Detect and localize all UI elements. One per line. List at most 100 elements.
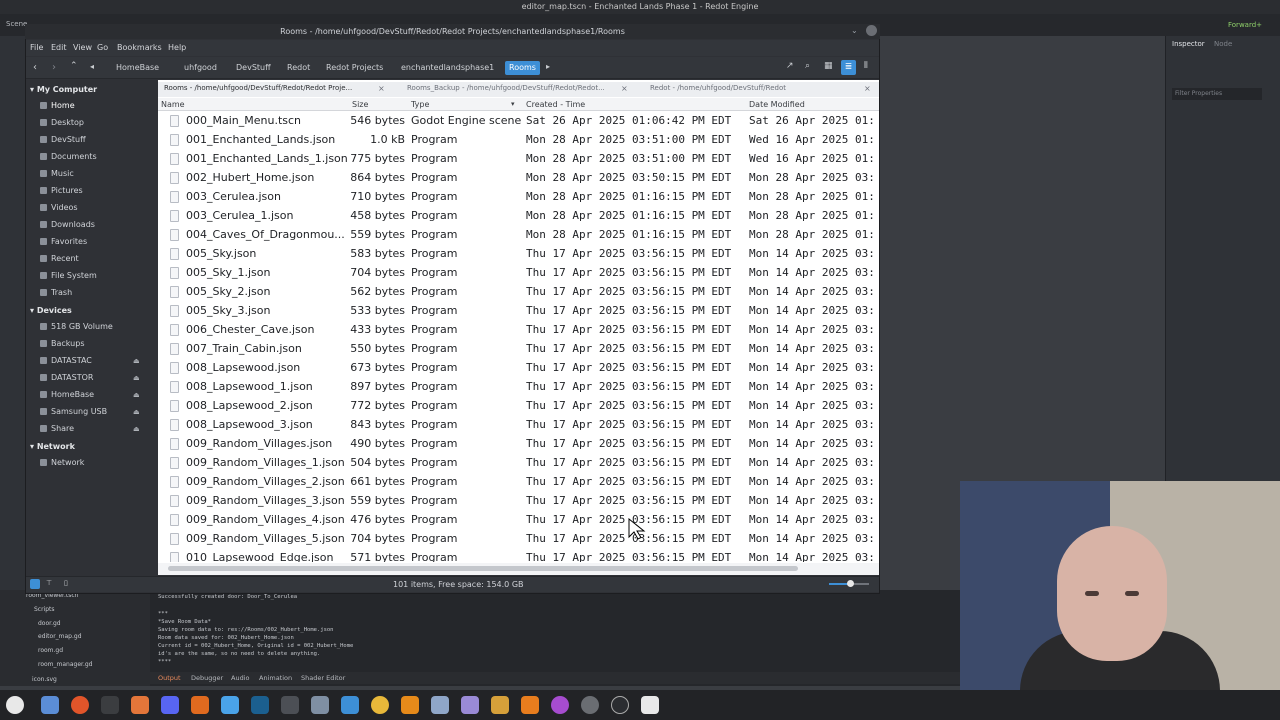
column-header-date-modified[interactable]: Date Modified [749, 100, 805, 109]
file-row[interactable]: 009_Random_Villages.json 490 bytes Program… [158, 435, 879, 454]
breadcrumb-left-icon[interactable]: ◂ [90, 62, 94, 71]
close-tab-icon[interactable]: × [621, 84, 628, 93]
shader-editor-tab[interactable]: Shader Editor [301, 674, 345, 682]
sidebar-item-device[interactable]: DATASTOR [40, 373, 93, 382]
tab-redot[interactable]: Redot - /home/uhfgood/DevStuff/Redot [650, 84, 862, 92]
file-row[interactable]: 008_Lapsewood_1.json 897 bytes Program Thu … [158, 378, 879, 397]
toggle-location-icon[interactable]: ↗ [786, 61, 794, 71]
sidebar-item-favorites[interactable]: Favorites [40, 237, 87, 246]
file-row[interactable]: 008_Lapsewood_2.json 772 bytes Program Thu … [158, 397, 879, 416]
eject-icon[interactable]: ⏏ [133, 374, 140, 382]
up-icon[interactable]: ⌃ [70, 61, 78, 71]
menu-bookmarks[interactable]: Bookmarks [117, 43, 162, 52]
file-row[interactable]: 002_Hubert_Home.json 864 bytes Program Mon … [158, 169, 879, 188]
menu-go[interactable]: Go [97, 43, 108, 52]
close-tab-icon[interactable]: × [378, 84, 385, 93]
hide-sidebar-icon[interactable]: ▯ [64, 579, 68, 587]
sidebar-item-device[interactable]: Backups [40, 339, 85, 348]
sidebar-item-device[interactable]: Share [40, 424, 74, 433]
sidebar-item-recent[interactable]: Recent [40, 254, 79, 263]
app-icon[interactable] [461, 696, 479, 714]
steam-icon[interactable] [251, 696, 269, 714]
icon-view-icon[interactable]: ▦ [824, 61, 833, 71]
scrollbar-thumb[interactable] [168, 566, 798, 571]
file-row[interactable]: 009_Random_Villages_2.json 661 bytes Progr… [158, 473, 879, 492]
back-icon[interactable]: ‹ [33, 62, 37, 73]
column-header-size[interactable]: Size [352, 100, 368, 109]
output-tab[interactable]: Output [158, 674, 181, 682]
file-row[interactable]: 003_Cerulea.json 710 bytes Program Mon 28 A… [158, 188, 879, 207]
column-header-name[interactable]: Name [161, 100, 185, 109]
filesystem-item[interactable]: editor_map.gd [38, 633, 82, 640]
app-icon[interactable] [131, 696, 149, 714]
breadcrumb-enchantedlandsphase1[interactable]: enchantedlandsphase1 [397, 61, 498, 75]
breadcrumb-homebase[interactable]: HomeBase [112, 61, 163, 75]
renderer-label[interactable]: Forward+ [1228, 21, 1262, 29]
debugger-tab[interactable]: Debugger [191, 674, 223, 682]
sidebar-item-videos[interactable]: Videos [40, 203, 78, 212]
column-header-created[interactable]: Created - Time [526, 100, 585, 109]
sidebar-item-file-system[interactable]: File System [40, 271, 97, 280]
file-row[interactable]: 008_Lapsewood_3.json 843 bytes Program Thu … [158, 416, 879, 435]
sidebar-item-desktop[interactable]: Desktop [40, 118, 84, 127]
close-icon[interactable] [866, 25, 877, 36]
discord-icon[interactable] [161, 696, 179, 714]
app-icon[interactable] [491, 696, 509, 714]
menu-file[interactable]: File [30, 43, 43, 52]
sidebar-section-devices[interactable]: ▾ Devices [30, 306, 72, 315]
eject-icon[interactable]: ⏏ [133, 357, 140, 365]
file-row[interactable]: 005_Sky.json 583 bytes Program Thu 17 Apr 2… [158, 245, 879, 264]
sidebar-section-my-computer[interactable]: ▾ My Computer [30, 85, 97, 94]
audio-tab[interactable]: Audio [231, 674, 249, 682]
file-row[interactable]: 004_Caves_Of_Dragonmou... 559 bytes Progra… [158, 226, 879, 245]
sidebar-item-devstuff[interactable]: DevStuff [40, 135, 86, 144]
file-row[interactable]: 000_Main_Menu.tscn 546 bytes Godot Engine … [158, 112, 879, 131]
filesystem-item[interactable]: icon.svg [32, 676, 57, 683]
sidebar-item-network[interactable]: Network [40, 458, 84, 467]
file-row[interactable]: 001_Enchanted_Lands_1.json 775 bytes Progr… [158, 150, 879, 169]
places-toggle-icon[interactable] [30, 579, 40, 589]
sidebar-item-pictures[interactable]: Pictures [40, 186, 83, 195]
file-row[interactable]: 007_Train_Cabin.json 550 bytes Program Thu … [158, 340, 879, 359]
menu-help[interactable]: Help [168, 43, 186, 52]
column-header-type[interactable]: Type [411, 100, 429, 109]
file-row[interactable]: 009_Random_Villages_3.json 559 bytes Progr… [158, 492, 879, 511]
menu-view[interactable]: View [73, 43, 92, 52]
app-icon[interactable] [221, 696, 239, 714]
sidebar-item-documents[interactable]: Documents [40, 152, 97, 161]
files-app-icon[interactable] [41, 696, 59, 714]
file-row[interactable]: 008_Lapsewood.json 673 bytes Program Thu 17… [158, 359, 879, 378]
firefox-icon[interactable] [71, 696, 89, 714]
file-row[interactable]: 005_Sky_1.json 704 bytes Program Thu 17 Apr… [158, 264, 879, 283]
filesystem-item[interactable]: door.gd [38, 620, 61, 627]
close-tab-icon[interactable]: × [864, 84, 871, 93]
filesystem-item[interactable]: Scripts [34, 606, 55, 613]
sidebar-item-home[interactable]: Home [40, 101, 75, 110]
file-row[interactable]: 005_Sky_3.json 533 bytes Program Thu 17 Apr… [158, 302, 879, 321]
eject-icon[interactable]: ⏏ [133, 391, 140, 399]
media-player-icon[interactable] [401, 696, 419, 714]
app-icon[interactable] [581, 696, 599, 714]
animation-tab[interactable]: Animation [259, 674, 292, 682]
breadcrumb-redot[interactable]: Redot [283, 61, 314, 75]
sidebar-item-downloads[interactable]: Downloads [40, 220, 95, 229]
breadcrumb-devstuff[interactable]: DevStuff [232, 61, 275, 75]
sidebar-item-device[interactable]: DATASTAC [40, 356, 92, 365]
sidebar-item-device[interactable]: 518 GB Volume [40, 322, 113, 331]
app-icon[interactable] [281, 696, 299, 714]
document-icon[interactable] [341, 696, 359, 714]
minimize-icon[interactable]: ⌄ [851, 26, 858, 35]
github-icon[interactable] [611, 696, 629, 714]
breadcrumb-right-icon[interactable]: ▸ [546, 62, 550, 71]
file-row[interactable]: 001_Enchanted_Lands.json 1.0 kB Program Mon… [158, 131, 879, 150]
filesystem-item[interactable]: room.gd [38, 647, 63, 654]
file-row[interactable]: 005_Sky_2.json 562 bytes Program Thu 17 Apr… [158, 283, 879, 302]
eject-icon[interactable]: ⏏ [133, 408, 140, 416]
chrome-icon[interactable] [371, 696, 389, 714]
file-row[interactable]: 009_Random_Villages_5.json 704 bytes Progr… [158, 530, 879, 549]
start-menu-icon[interactable] [6, 696, 24, 714]
mail-icon[interactable] [431, 696, 449, 714]
app-icon[interactable] [551, 696, 569, 714]
filesystem-item[interactable]: room_manager.gd [38, 661, 92, 668]
zoom-slider-handle[interactable] [847, 580, 854, 587]
